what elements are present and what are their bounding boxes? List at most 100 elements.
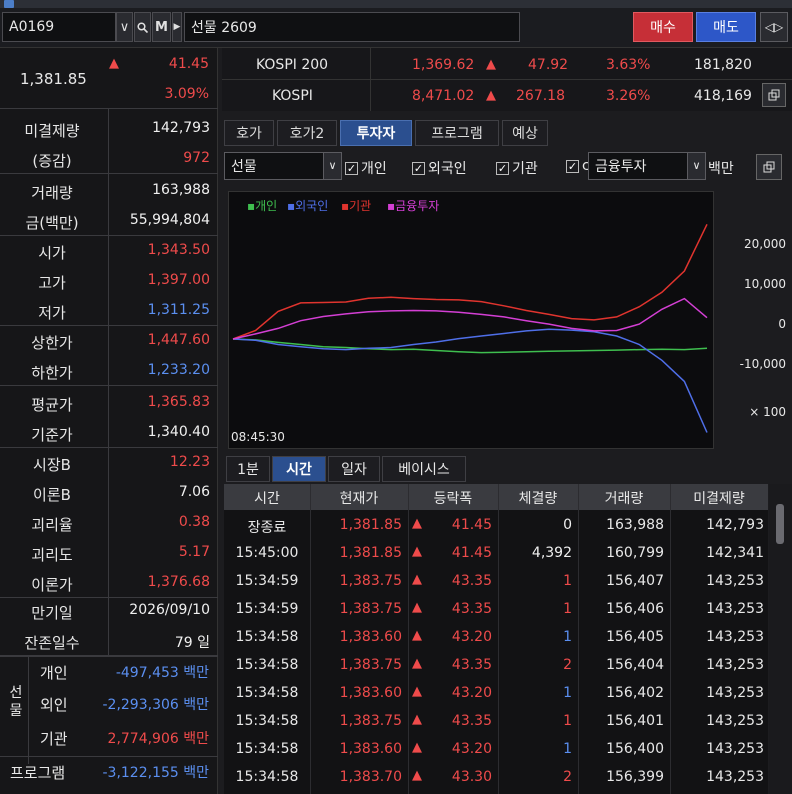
tab-forecast[interactable]: 예상 <box>502 120 548 146</box>
cell-volume: 156,405 <box>606 629 664 645</box>
cell-time: 15:45:00 <box>235 545 299 561</box>
quote-label: 시장B <box>33 456 71 474</box>
investor-label: 외인 <box>40 696 68 714</box>
change-percent: 3.09% <box>164 86 209 102</box>
cell-open-interest: 143,253 <box>706 657 764 673</box>
table-row[interactable]: 15:34:58 1,383.75 ▲ 43.35 2 156,404 143,… <box>224 652 768 680</box>
quote-label: 괴리도 <box>31 546 73 564</box>
cell-time: 장종료 <box>247 520 287 536</box>
index-volume: 418,169 <box>694 88 752 104</box>
quote-row: 이론B 7.06 <box>0 478 218 508</box>
checkbox-financial[interactable]: ✓ c <box>566 158 590 174</box>
y-tick-label: 0 <box>778 317 786 331</box>
quote-label: 잔존일수 <box>24 634 80 652</box>
quote-value: 972 <box>183 150 210 166</box>
cell-change: 43.35 <box>451 657 492 673</box>
quote-row: 상한가 1,447.60 <box>0 326 218 356</box>
tab-time[interactable]: 시간 <box>272 456 326 482</box>
table-row[interactable]: 장종료 1,381.85 ▲ 41.45 0 163,988 142,793 <box>224 512 768 540</box>
popup-window-icon[interactable] <box>756 154 782 180</box>
checkbox-individual[interactable]: ✓ 개인 <box>345 158 387 178</box>
investor-select[interactable]: 금융투자 ∨ <box>588 152 706 180</box>
tab-orderbook[interactable]: 호가 <box>224 120 274 146</box>
checkbox-label: 개인 <box>361 161 387 177</box>
index-change: 267.18 <box>516 88 565 104</box>
m-button[interactable]: M <box>152 12 171 42</box>
table-row[interactable]: 15:34:58 1,383.60 ▲ 43.20 1 156,400 143,… <box>224 736 768 764</box>
cell-change: 43.30 <box>451 769 492 785</box>
arrow-right-icon[interactable]: ▶ <box>172 12 182 42</box>
index-value: 1,369.62 <box>412 57 475 73</box>
app-icon <box>4 0 14 8</box>
index-row: KOSPI 8,471.02 ▲ 267.18 3.26% 418,169 <box>222 81 792 111</box>
cell-change: 43.20 <box>451 741 492 757</box>
quote-label: 시가 <box>38 244 66 262</box>
quote-value: 1,311.25 <box>147 302 210 318</box>
quote-label: 고가 <box>38 274 66 292</box>
quote-row: 저가 1,311.25 <box>0 296 218 326</box>
table-row[interactable]: 15:34:59 1,383.75 ▲ 43.35 1 156,407 143,… <box>224 568 768 596</box>
table-row[interactable]: 15:34:58 1,383.70 ▲ 43.30 2 156,399 143,… <box>224 764 768 792</box>
checkbox-label: 외국인 <box>428 161 467 177</box>
table-row[interactable]: 15:34:58 1,383.75 ▲ 43.35 1 156,401 143,… <box>224 708 768 736</box>
quote-row: 잔존일수 79 일 <box>0 626 218 656</box>
checkbox-foreign[interactable]: ✓ 외국인 <box>412 158 467 178</box>
tab-program[interactable]: 프로그램 <box>415 120 499 146</box>
index-volume: 181,820 <box>694 57 752 73</box>
y-axis: 20,000 10,000 0 -10,000 × 100 <box>716 191 792 449</box>
index-row: KOSPI 200 1,369.62 ▲ 47.92 3.63% 181,820 <box>222 50 792 80</box>
tab-1min[interactable]: 1분 <box>226 456 270 482</box>
cell-price: 1,383.75 <box>339 601 402 617</box>
cell-volume: 156,402 <box>606 685 664 701</box>
cell-exec-volume: 1 <box>563 713 572 729</box>
quote-value: 2026/09/10 <box>129 602 210 618</box>
check-icon: ✓ <box>345 161 358 175</box>
popup-window-icon[interactable] <box>762 83 786 107</box>
cell-volume: 163,988 <box>606 517 664 533</box>
investor-value: 2,774,906 백만 <box>107 731 209 747</box>
tab-daily[interactable]: 일자 <box>328 456 380 482</box>
chart-canvas: ▪개인 ▪외국인 ▪기관 ▪금융투자 <box>232 199 708 433</box>
investor-value: -2,293,306 백만 <box>102 697 209 713</box>
investor-value: -497,453 백만 <box>115 665 209 681</box>
tab-orderbook2[interactable]: 호가2 <box>277 120 337 146</box>
cell-open-interest: 143,253 <box>706 629 764 645</box>
search-icon[interactable] <box>134 12 151 42</box>
cell-change: 41.45 <box>451 545 492 561</box>
cell-price: 1,383.70 <box>339 769 402 785</box>
index-change: 47.92 <box>528 57 569 73</box>
market-select[interactable]: 선물 ∨ <box>224 152 342 180</box>
quote-row: 금(백만) 55,994,804 <box>0 206 218 236</box>
cell-open-interest: 143,253 <box>706 741 764 757</box>
scrollbar-thumb[interactable] <box>776 504 784 544</box>
tab-basis[interactable]: 베이시스 <box>382 456 466 482</box>
table-row[interactable]: 15:45:00 1,381.85 ▲ 41.45 4,392 160,799 … <box>224 540 768 568</box>
product-name-field[interactable]: 선물 2609 <box>184 12 520 42</box>
table-row[interactable]: 15:34:58 1,383.60 ▲ 43.20 1 156,405 143,… <box>224 624 768 652</box>
quote-label: 저가 <box>38 304 66 322</box>
cell-time: 15:34:58 <box>235 629 299 645</box>
chevron-down-icon: ∨ <box>687 153 705 179</box>
cell-price: 1,381.85 <box>339 517 402 533</box>
cell-time: 15:34:58 <box>235 741 299 757</box>
quote-value: 0.38 <box>178 514 210 530</box>
quote-value: 1,376.68 <box>147 574 210 590</box>
table-row[interactable]: 15:34:58 1,383.60 ▲ 43.20 1 156,402 143,… <box>224 680 768 708</box>
checkbox-label: 기관 <box>512 161 538 177</box>
checkbox-institution[interactable]: ✓ 기관 <box>496 158 538 178</box>
buy-button[interactable]: 매수 <box>633 12 693 42</box>
table-row[interactable]: 15:34:59 1,383.75 ▲ 43.35 1 156,406 143,… <box>224 596 768 624</box>
tab-investor[interactable]: 투자자 <box>340 120 412 146</box>
code-dropdown-icon[interactable]: ∨ <box>116 12 133 42</box>
quote-value: 79 일 <box>174 635 210 651</box>
expand-toggle-icon[interactable]: ◁▷ <box>760 12 788 42</box>
cell-volume: 156,406 <box>606 601 664 617</box>
sell-button[interactable]: 매도 <box>696 12 756 42</box>
code-input[interactable]: A0169 <box>2 12 116 42</box>
cell-time: 15:34:58 <box>235 657 299 673</box>
table-scrollbar[interactable] <box>769 484 792 794</box>
x-axis-label: 08:45:30 <box>231 430 285 444</box>
cell-exec-volume: 1 <box>563 685 572 701</box>
quote-label: 금(백만) <box>25 214 79 232</box>
legend-item: ▪기관 <box>341 199 371 213</box>
